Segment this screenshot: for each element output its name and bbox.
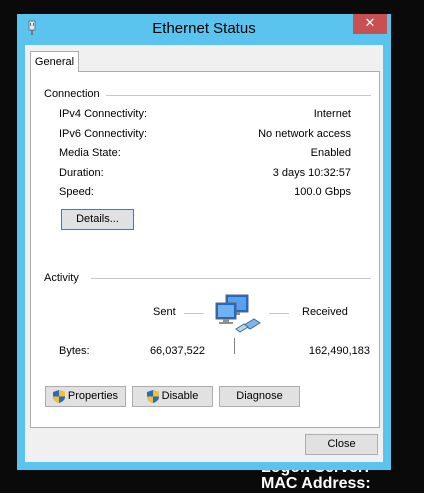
tab-general[interactable]: General — [30, 51, 79, 72]
received-dash — [269, 313, 289, 314]
bytes-label: Bytes: — [59, 345, 90, 357]
network-computers-icon — [215, 294, 261, 333]
uac-shield-icon — [52, 389, 65, 403]
sent-dash — [184, 313, 204, 314]
properties-button[interactable]: Properties — [45, 386, 126, 407]
bytes-separator — [234, 338, 235, 354]
general-panel: Connection IPv4 Connectivity: Internet I… — [30, 71, 380, 428]
window-title: Ethernet Status — [152, 20, 256, 37]
close-icon: ✕ — [364, 16, 376, 31]
background-mac-address-text: MAC Address: — [261, 475, 371, 492]
activity-divider — [91, 278, 371, 279]
title-bar[interactable]: Ethernet Status ✕ — [17, 14, 391, 42]
details-button[interactable]: Details... — [61, 209, 134, 230]
activity-heading: Activity — [44, 272, 79, 284]
media-state-value: Enabled — [310, 147, 351, 159]
dialog-client: General Connection IPv4 Connectivity: In… — [25, 45, 383, 462]
connection-divider — [106, 95, 371, 96]
title-close-button[interactable]: ✕ — [353, 14, 387, 34]
disable-label: Disable — [161, 390, 199, 402]
duration-value: 3 days 10:32:57 — [272, 167, 351, 179]
bytes-sent-value: 66,037,522 — [149, 345, 205, 357]
media-state-label: Media State: — [59, 147, 121, 159]
ipv6-label: IPv6 Connectivity: — [59, 128, 148, 140]
ipv4-label: IPv4 Connectivity: — [59, 108, 148, 120]
properties-label: Properties — [67, 390, 119, 402]
speed-value: 100.0 Gbps — [294, 186, 351, 198]
received-label: Received — [302, 306, 348, 318]
duration-label: Duration: — [59, 167, 104, 179]
connection-heading: Connection — [44, 88, 100, 100]
speed-label: Speed: — [59, 186, 94, 198]
ethernet-status-window: Ethernet Status ✕ General Connection IPv… — [17, 14, 391, 470]
disable-button[interactable]: Disable — [132, 386, 213, 407]
sent-label: Sent — [153, 306, 176, 318]
bytes-received-value: 162,490,183 — [308, 345, 370, 357]
ipv6-value: No network access — [258, 128, 351, 140]
diagnose-button[interactable]: Diagnose — [219, 386, 300, 407]
uac-shield-icon — [146, 389, 159, 403]
close-button[interactable]: Close — [305, 434, 378, 455]
ipv4-value: Internet — [313, 108, 351, 120]
